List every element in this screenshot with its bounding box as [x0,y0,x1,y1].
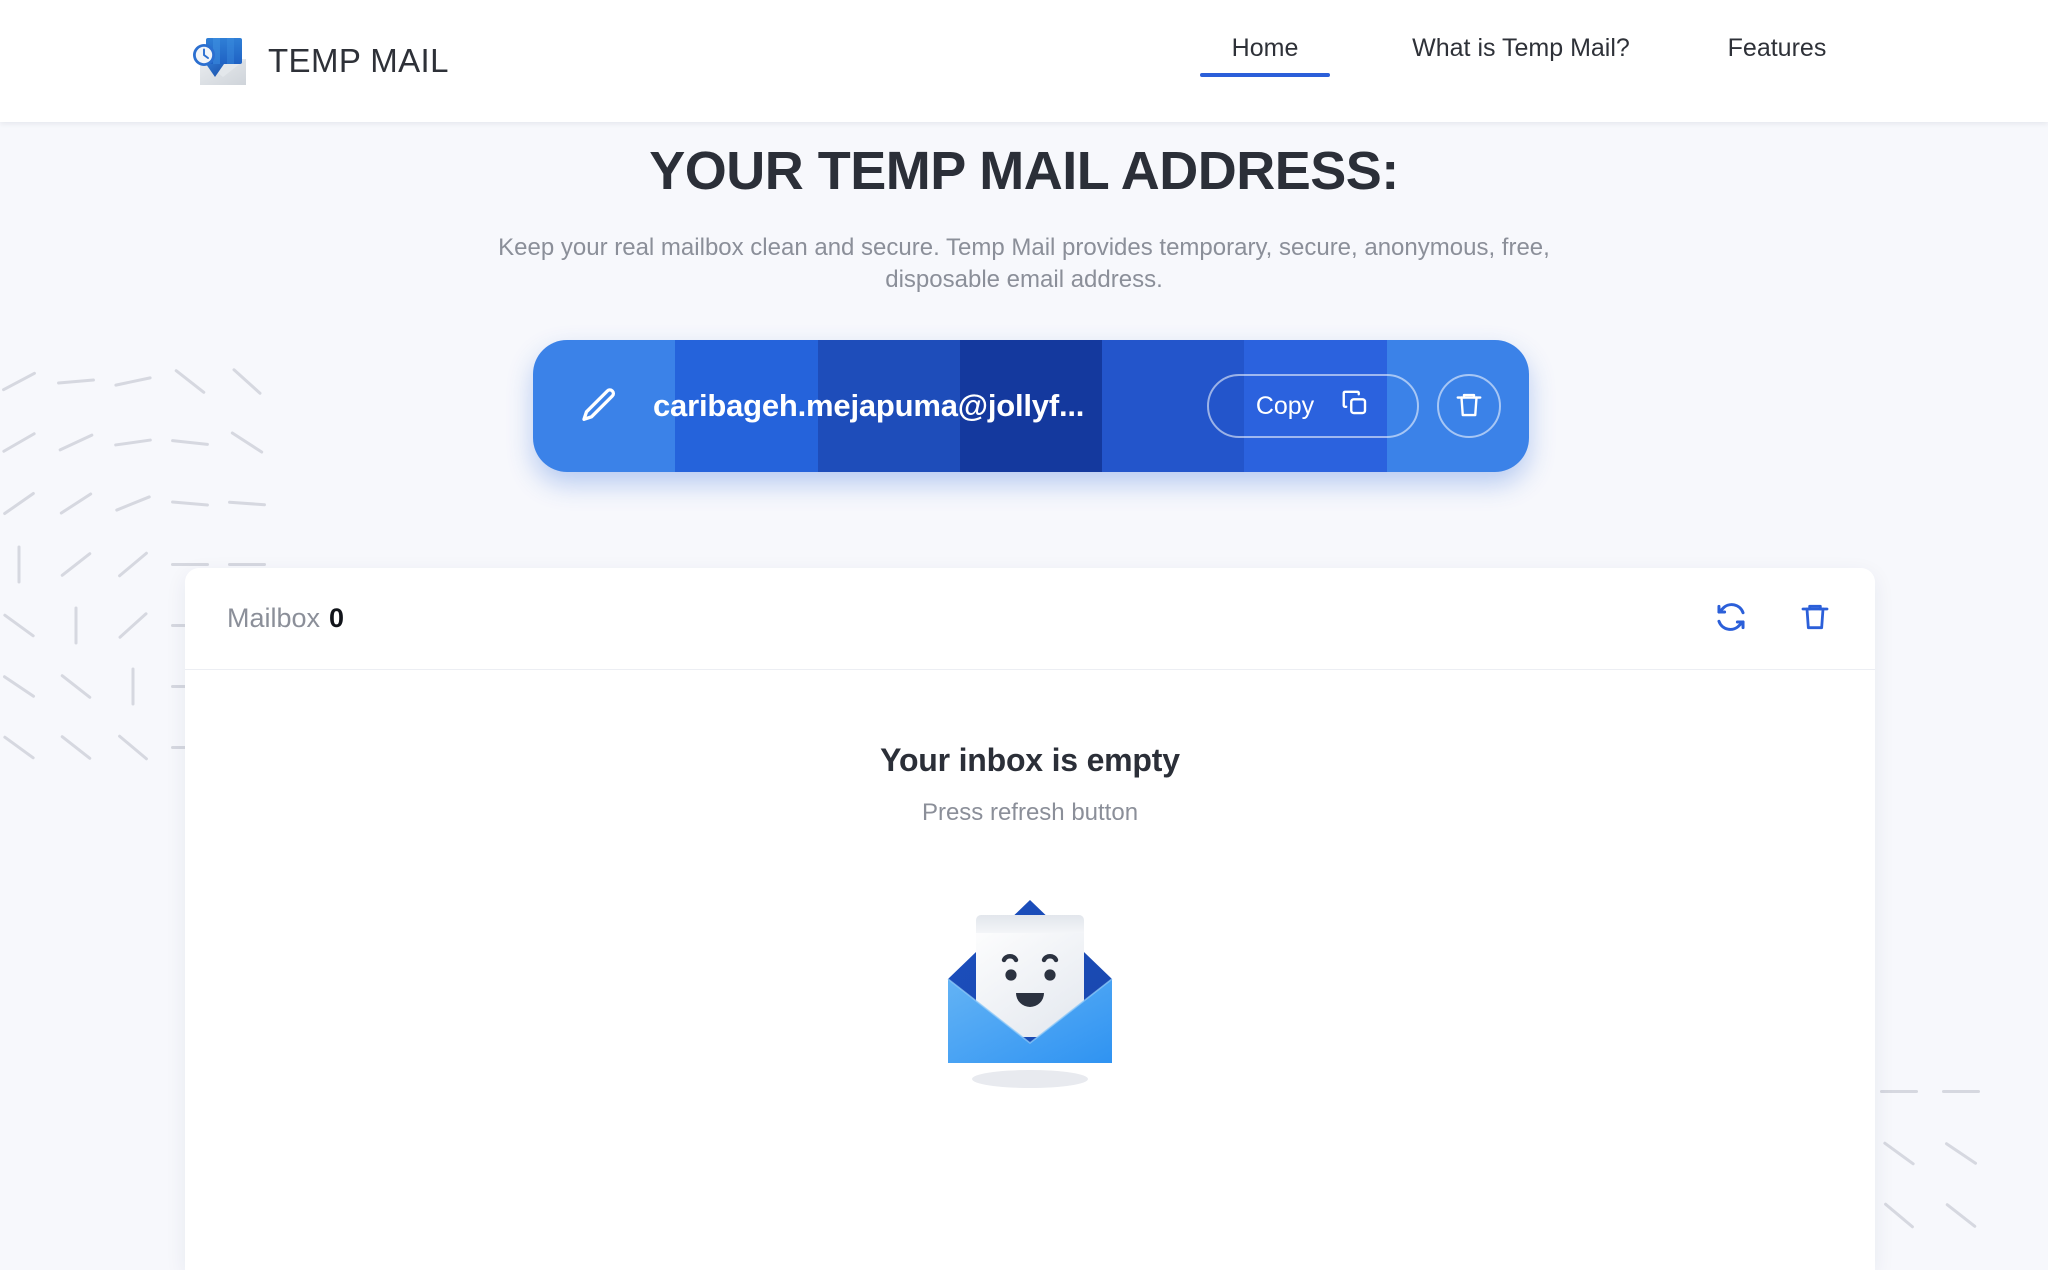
nav-link-features[interactable]: Features [1708,28,1846,77]
nav-link-home[interactable]: Home [1196,28,1334,77]
decorative-dash-pattern-right [1880,1090,2048,1270]
page-title: YOUR TEMP MAIL ADDRESS: [649,141,1399,201]
decorative-dash [1944,1141,1978,1166]
refresh-icon [1714,600,1748,637]
delete-all-button[interactable] [1795,599,1835,639]
site-header: TEMP MAIL Home What is Temp Mail? Featur… [0,0,2048,122]
trash-icon [1454,390,1484,423]
nav-link-what-is-temp-mail[interactable]: What is Temp Mail? [1392,28,1650,77]
pencil-icon[interactable] [573,380,625,432]
decorative-dash [2,613,36,638]
decorative-dash [117,611,149,640]
decorative-dash [58,433,94,452]
brand[interactable]: TEMP MAIL [188,33,449,89]
decorative-dash [113,438,153,447]
hero-section: YOUR TEMP MAIL ADDRESS: Keep your real m… [0,122,2048,297]
decorative-dash [2,491,36,516]
copy-icon [1340,388,1370,425]
decorative-dash [1942,1090,1980,1093]
email-bar-surface: caribageh.mejapuma@jollyf... Copy [533,340,1529,472]
decorative-dash [1882,1141,1916,1166]
decorative-dash [2,674,36,699]
mailbox-header-actions [1711,599,1835,639]
copy-button[interactable]: Copy [1207,374,1419,438]
decorative-dash [231,367,263,396]
decorative-dash [60,551,92,578]
decorative-dash [60,734,92,761]
mailbox-count-badge: 0 [329,603,345,633]
mailbox-empty-state: Your inbox is empty Press refresh button [185,670,1875,1097]
brand-name: TEMP MAIL [268,42,449,79]
decorative-dash [117,734,149,761]
mailbox-header: Mailbox 0 [185,568,1875,670]
email-address-bar: caribageh.mejapuma@jollyf... Copy [533,340,1529,472]
open-envelope-smiling-letter-icon [915,867,1145,1097]
decorative-dash [1883,1202,1915,1229]
decorative-dash [228,563,266,566]
decorative-dash [131,667,135,706]
trash-icon [1799,601,1831,636]
decorative-dash [1945,1202,1977,1229]
decorative-dash [114,494,152,513]
decorative-dash [230,430,264,455]
main-nav: Home What is Temp Mail? Features [1196,28,1846,77]
decorative-dash [60,673,92,700]
decorative-dash [227,500,267,507]
decorative-dash [174,368,206,395]
decorative-dash [59,491,93,516]
decorative-dash [2,735,36,760]
email-address-text[interactable]: caribageh.mejapuma@jollyf... [653,388,1207,424]
decorative-dash [170,439,210,446]
decorative-dash [17,545,21,584]
decorative-dash [1,371,37,392]
mailbox-label: Mailbox [227,603,321,633]
decorative-dash [74,606,78,645]
delete-address-button[interactable] [1437,374,1501,438]
decorative-dash [1880,1090,1918,1093]
hero-subtitle: Keep your real mailbox clean and secure.… [498,234,1550,294]
mailbox-card: Mailbox 0 Your inbox is empty Press refr… [185,568,1875,1270]
copy-button-label: Copy [1255,391,1315,420]
refresh-button[interactable] [1711,599,1751,639]
decorative-dash [171,563,209,566]
decorative-dash [170,500,210,507]
empty-inbox-title: Your inbox is empty [880,742,1180,778]
envelope-clock-logo-icon [188,33,250,89]
empty-inbox-subtitle: Press refresh button [921,799,1139,826]
decorative-dash [1,431,37,454]
decorative-dash [56,378,96,385]
decorative-dash [117,551,149,578]
decorative-dash [114,376,152,387]
